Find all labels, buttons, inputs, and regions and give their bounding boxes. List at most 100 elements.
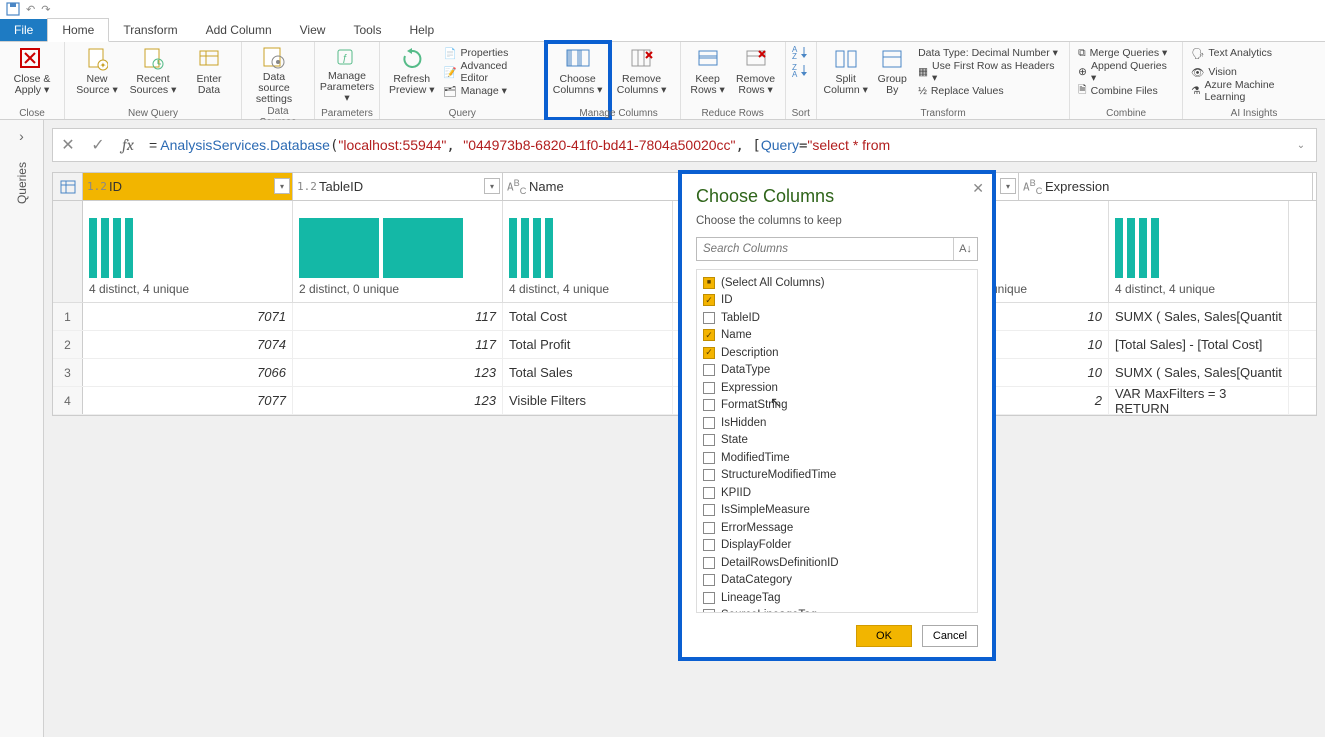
column-header-tableid[interactable]: 1.2TableID▾ [293, 173, 503, 200]
column-checkbox[interactable] [703, 592, 715, 604]
tab-view[interactable]: View [286, 19, 340, 41]
cancel-button[interactable]: Cancel [922, 625, 978, 647]
cell-tableid[interactable]: 117 [293, 303, 503, 330]
choose-columns-icon [563, 46, 593, 72]
group-sort: Sort [792, 106, 810, 119]
refresh-preview-button[interactable]: Refresh Preview ▾ [386, 44, 437, 104]
columns-checklist: (Select All Columns) IDTableIDNameDescri… [696, 269, 978, 613]
close-apply-button[interactable]: Close & Apply ▾ [6, 44, 58, 104]
cell-tableid[interactable]: 117 [293, 331, 503, 358]
append-queries-button[interactable]: ⊕Append Queries ▾ [1076, 63, 1176, 81]
table-corner[interactable] [53, 173, 83, 200]
cell-expression[interactable]: SUMX ( Sales, Sales[Quantit [1109, 359, 1289, 386]
tab-addcolumn[interactable]: Add Column [192, 19, 286, 41]
tab-file[interactable]: File [0, 19, 47, 41]
cell-id[interactable]: 7074 [83, 331, 293, 358]
column-option-label: TableID [721, 312, 760, 324]
choose-columns-button[interactable]: Choose Columns ▾ [552, 44, 604, 104]
ok-button[interactable]: OK [856, 625, 912, 647]
sort-asc-button[interactable]: AZ [792, 44, 810, 60]
cell-name[interactable]: Total Cost [503, 303, 673, 330]
column-checkbox[interactable] [703, 399, 715, 411]
undo-icon[interactable]: ↶ [26, 3, 35, 16]
formula-expand-button[interactable]: ⌄ [1286, 129, 1316, 161]
manage-parameters-button[interactable]: ƒManage Parameters ▾ [321, 44, 373, 104]
tab-transform[interactable]: Transform [109, 19, 191, 41]
select-all-checkbox[interactable] [703, 277, 715, 289]
column-checkbox[interactable] [703, 364, 715, 376]
cell-id[interactable]: 7071 [83, 303, 293, 330]
tab-tools[interactable]: Tools [339, 19, 395, 41]
column-checkbox[interactable] [703, 417, 715, 429]
column-option-label: LineageTag [721, 592, 780, 604]
cell-expression[interactable]: VAR MaxFilters = 3 RETURN [1109, 387, 1289, 414]
close-icon[interactable]: ✕ [972, 180, 984, 197]
azure-ml-button[interactable]: ⚗Azure Machine Learning [1189, 82, 1319, 100]
new-source-button[interactable]: ✦New Source ▾ [71, 44, 123, 104]
column-checkbox[interactable] [703, 294, 715, 306]
split-column-button[interactable]: Split Column ▾ [823, 44, 869, 104]
column-checkbox[interactable] [703, 574, 715, 586]
column-checkbox[interactable] [703, 434, 715, 446]
column-checkbox[interactable] [703, 469, 715, 481]
recent-sources-button[interactable]: Recent Sources ▾ [127, 44, 179, 104]
replace-values-button[interactable]: ½Replace Values [916, 82, 1063, 100]
profile-tableid: 2 distinct, 0 unique [293, 201, 503, 302]
column-checkbox[interactable] [703, 539, 715, 551]
manage-button[interactable]: 🗂Manage ▾ [441, 82, 538, 100]
remove-rows-button[interactable]: Remove Rows ▾ [733, 44, 779, 104]
advanced-editor-button[interactable]: 📝Advanced Editor [441, 63, 538, 81]
column-checkbox[interactable] [703, 609, 715, 613]
column-checkbox[interactable] [703, 522, 715, 534]
save-icon[interactable] [6, 2, 20, 16]
tab-home[interactable]: Home [47, 18, 109, 42]
column-checkbox[interactable] [703, 487, 715, 499]
cell-expression[interactable]: [Total Sales] - [Total Cost] [1109, 331, 1289, 358]
cell-expression[interactable]: SUMX ( Sales, Sales[Quantit [1109, 303, 1289, 330]
redo-icon[interactable]: ↷ [41, 3, 50, 16]
cell-id[interactable]: 7066 [83, 359, 293, 386]
text-analytics-button[interactable]: 🗣Text Analytics [1189, 44, 1319, 62]
first-row-headers-button[interactable]: ▦Use First Row as Headers ▾ [916, 63, 1063, 81]
fx-button[interactable]: fx [113, 129, 143, 161]
recent-sources-icon [138, 46, 168, 72]
profile-id: 4 distinct, 4 unique [83, 201, 293, 302]
filter-dropdown-icon[interactable]: ▾ [484, 178, 500, 194]
column-option-label: Description [721, 347, 779, 359]
filter-dropdown-icon[interactable]: ▾ [274, 178, 290, 194]
formula-input[interactable]: = AnalysisServices.Database("localhost:5… [143, 137, 1286, 154]
cell-name[interactable]: Total Sales [503, 359, 673, 386]
group-by-button[interactable]: Group By [872, 44, 912, 104]
cell-tableid[interactable]: 123 [293, 387, 503, 414]
cell-id[interactable]: 7077 [83, 387, 293, 414]
column-checkbox[interactable] [703, 347, 715, 359]
advanced-editor-icon: 📝 [443, 66, 456, 79]
commit-formula-button[interactable]: ✓ [83, 129, 113, 161]
cell-tableid[interactable]: 123 [293, 359, 503, 386]
column-option-label: State [721, 434, 748, 446]
column-checkbox[interactable] [703, 504, 715, 516]
column-checkbox[interactable] [703, 452, 715, 464]
combine-files-button[interactable]: 🗎Combine Files [1076, 82, 1176, 100]
column-option-label: ID [721, 294, 733, 306]
column-header-id[interactable]: 1.2ID▾ [83, 173, 293, 200]
enter-data-button[interactable]: Enter Data [183, 44, 235, 104]
sort-columns-button[interactable]: A↓ [953, 238, 977, 260]
column-checkbox[interactable] [703, 329, 715, 341]
cell-name[interactable]: Total Profit [503, 331, 673, 358]
filter-dropdown-icon[interactable]: ▾ [1000, 178, 1016, 194]
expand-icon[interactable]: › [19, 128, 24, 144]
column-checkbox[interactable] [703, 557, 715, 569]
cell-name[interactable]: Visible Filters [503, 387, 673, 414]
sort-desc-button[interactable]: ZA [792, 62, 810, 78]
tab-help[interactable]: Help [395, 19, 448, 41]
queries-pane[interactable]: › Queries [0, 120, 44, 737]
search-columns-input[interactable] [697, 238, 953, 260]
column-checkbox[interactable] [703, 382, 715, 394]
cancel-formula-button[interactable]: ✕ [53, 129, 83, 161]
column-checkbox[interactable] [703, 312, 715, 324]
column-header-expression[interactable]: ABCExpression [1019, 173, 1313, 200]
keep-rows-button[interactable]: Keep Rows ▾ [687, 44, 729, 104]
remove-columns-button[interactable]: Remove Columns ▾ [616, 44, 668, 104]
data-source-settings-button[interactable]: Data source settings [248, 44, 300, 104]
